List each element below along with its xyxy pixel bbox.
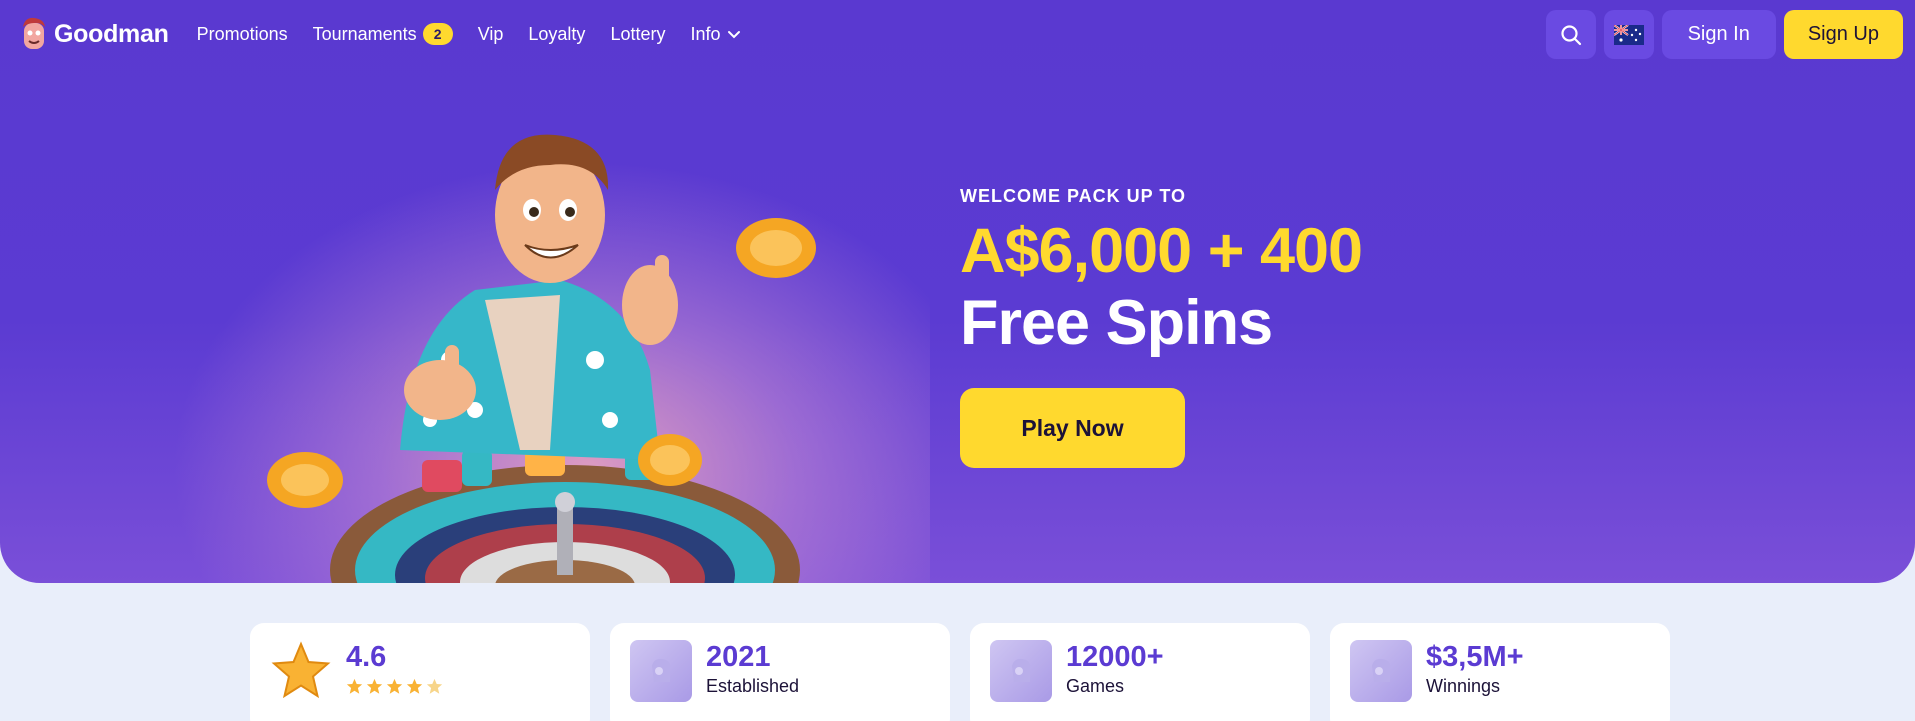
nav-links: Promotions Tournaments 2 Vip Loyalty Lot… — [197, 23, 766, 45]
stat-card-rating: 4.6 — [250, 623, 590, 721]
nav-label: Lottery — [610, 23, 666, 44]
nav-label: Info — [690, 23, 721, 44]
star-half-icon — [426, 678, 443, 694]
goodman-thumb-icon — [630, 640, 692, 702]
play-now-button[interactable]: Play Now — [960, 388, 1185, 468]
nav-lottery[interactable]: Lottery — [610, 24, 665, 45]
bonus-amount: A$6,000 + 400 — [960, 216, 1363, 286]
welcome-pack-label: WELCOME PACK UP TO — [960, 186, 1187, 206]
star-icon — [271, 641, 331, 699]
goodman-logo-icon — [23, 17, 45, 49]
free-spins-label: Free Spins — [960, 288, 1273, 358]
brand-logo[interactable]: Goodman — [20, 17, 169, 51]
chevron-down-icon — [727, 31, 740, 39]
star-icon — [346, 678, 363, 694]
rating-stars — [346, 678, 443, 695]
stat-card-winnings: $3,5M+ Winnings — [1330, 623, 1670, 721]
star-icon — [406, 678, 423, 694]
nav-loyalty[interactable]: Loyalty — [528, 24, 585, 45]
brand-name: Goodman — [54, 19, 169, 48]
nav-info-dropdown[interactable]: Info — [690, 24, 740, 45]
nav-vip[interactable]: Vip — [478, 24, 504, 45]
top-nav: Goodman Promotions Tournaments 2 Vip Loy… — [0, 0, 1915, 68]
mascot-roulette-illustration — [267, 134, 816, 583]
sign-in-button[interactable]: Sign In — [1661, 10, 1776, 59]
search-icon — [1560, 24, 1581, 45]
search-button[interactable] — [1545, 10, 1596, 59]
nav-label: Loyalty — [528, 23, 586, 44]
games-label: Games — [1066, 676, 1125, 696]
games-count: 12000+ — [1066, 641, 1164, 673]
hero-offer: WELCOME PACK UP TO A$6,000 + 400 Free Sp… — [960, 186, 1363, 359]
nav-label: Vip — [477, 23, 504, 44]
winnings-label: Winnings — [1426, 676, 1501, 696]
stat-card-games: 12000+ Games — [970, 623, 1310, 721]
established-year: 2021 — [706, 641, 771, 673]
star-icon — [386, 678, 403, 694]
winnings-amount: $3,5M+ — [1426, 641, 1524, 673]
star-icon — [366, 678, 383, 694]
stat-card-established: 2021 Established — [610, 623, 950, 721]
established-label: Established — [706, 676, 800, 696]
nav-label: Tournaments — [312, 23, 417, 44]
nav-tournaments[interactable]: Tournaments 2 — [313, 23, 453, 45]
rating-value: 4.6 — [346, 641, 387, 673]
australia-flag-icon — [1613, 24, 1644, 45]
nav-label: Promotions — [196, 23, 288, 44]
goodman-thumb-icon — [1350, 640, 1412, 702]
tournaments-count-badge: 2 — [422, 23, 453, 45]
language-button[interactable] — [1603, 10, 1654, 59]
stats-row: 4.6 2021 Established 12000+ Games $3,5M+… — [250, 623, 1670, 721]
goodman-thumb-icon — [990, 640, 1052, 702]
hero-banner: Goodman Promotions Tournaments 2 Vip Loy… — [0, 0, 1915, 583]
nav-actions: Sign In Sign Up — [1545, 10, 1903, 59]
sign-up-button[interactable]: Sign Up — [1783, 10, 1903, 59]
nav-promotions[interactable]: Promotions — [197, 24, 288, 45]
